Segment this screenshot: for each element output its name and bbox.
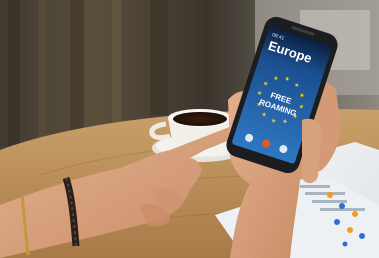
photo-frame: 09:41 Europe ★ ★ ★ ★ ★ ★ ★ ★ ★ ★ ★ ★ FREE ROAMING <box>0 0 379 258</box>
photo: 09:41 Europe ★★★★★★★★★★★★ FREE ROAMING <box>0 0 379 258</box>
